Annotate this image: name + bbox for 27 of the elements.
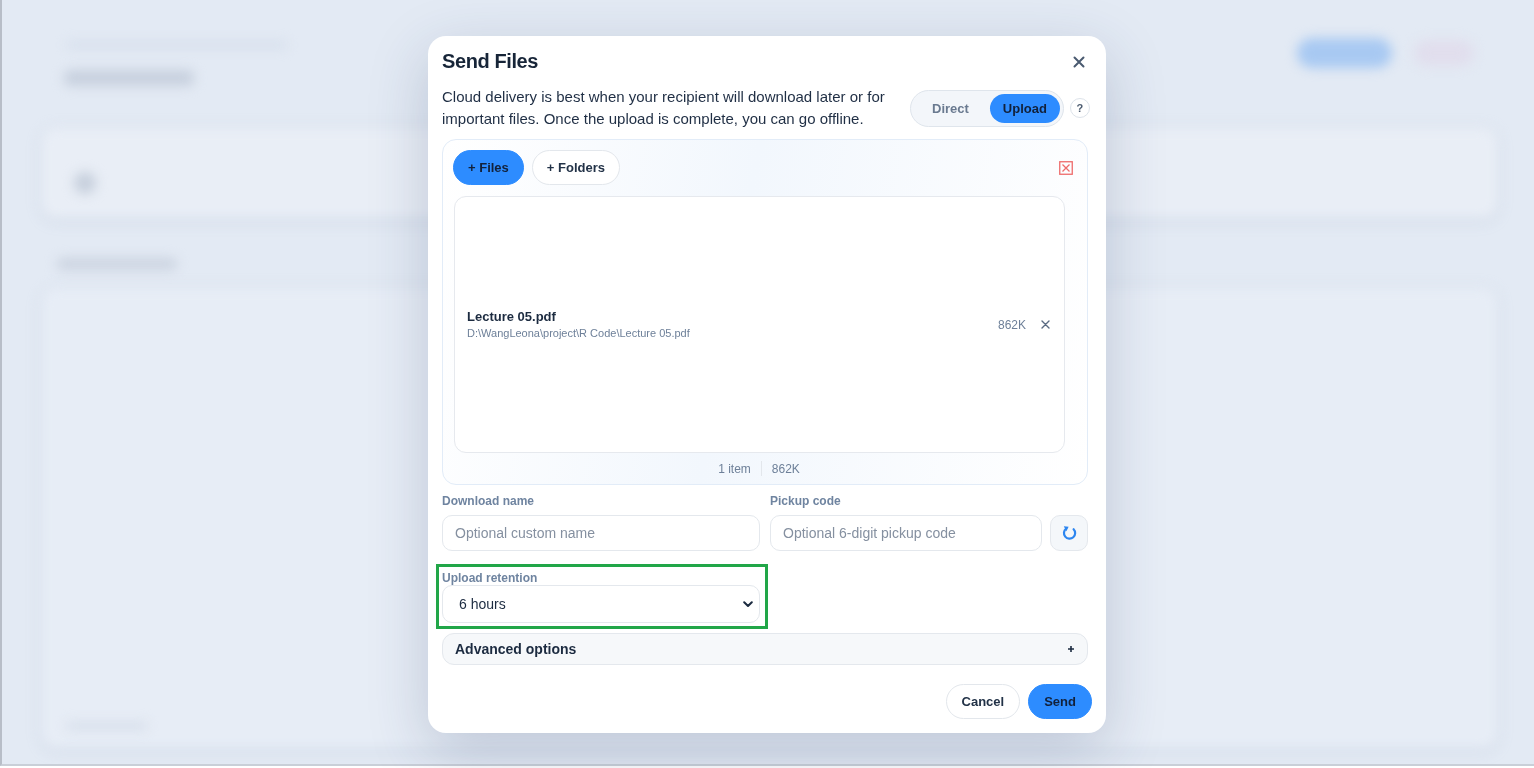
action-button[interactable]: Send bbox=[1028, 683, 1092, 719]
total-size: 862K bbox=[771, 461, 800, 476]
x-icon[interactable] bbox=[1041, 320, 1050, 330]
file-path: D:\WangLeona\project\R Code\Lecture 05.pdf bbox=[467, 326, 691, 342]
action-button[interactable]: Cancel bbox=[945, 683, 1021, 719]
retention-select[interactable]: 6 hours bbox=[442, 585, 760, 624]
input-field[interactable]: Optional 6-digit pickup code bbox=[770, 515, 1042, 552]
mode-tab[interactable]: Upload bbox=[989, 93, 1060, 123]
refresh-button[interactable] bbox=[1050, 515, 1088, 552]
mode-tab[interactable]: Direct bbox=[919, 93, 982, 123]
field-label: Pickup code bbox=[770, 494, 842, 509]
dialog-title: Send Files bbox=[442, 50, 539, 74]
file-name: Lecture 05.pdf bbox=[467, 308, 557, 326]
item-count: 1 item bbox=[718, 461, 751, 476]
refresh-icon bbox=[1061, 525, 1077, 542]
help-button[interactable]: ? bbox=[1069, 98, 1090, 119]
field-label: Download name bbox=[442, 494, 535, 509]
description-text: Cloud delivery is best when your recipient will download later or for important files. Once the upload is complete, you can go offline. bbox=[442, 87, 886, 130]
input-field[interactable]: Optional custom name bbox=[442, 515, 760, 552]
add-button[interactable]: + Files bbox=[453, 150, 524, 186]
file-size: 862K bbox=[997, 317, 1026, 332]
advanced-options-toggle[interactable]: Advanced options bbox=[442, 633, 1088, 665]
chevron-down-icon bbox=[743, 600, 753, 608]
add-button[interactable]: + Folders bbox=[531, 150, 620, 186]
close-icon[interactable] bbox=[1073, 55, 1085, 68]
field-label: Upload retention bbox=[442, 571, 539, 586]
x-square-icon[interactable] bbox=[1059, 160, 1073, 175]
